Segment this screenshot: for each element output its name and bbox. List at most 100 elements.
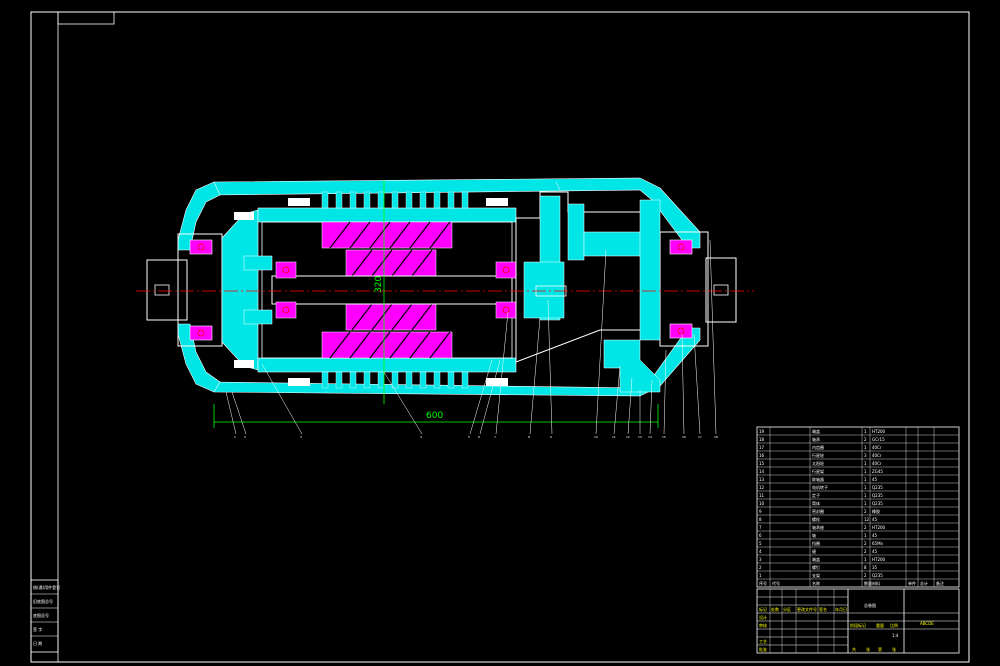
- parts-list: 19 端盖 1 HT20018 轴承 2 GCr1517 内齿圈 1 40Cr16 行星轮 3 40Cr…: [756, 426, 960, 588]
- parts-cell: 45: [872, 533, 878, 538]
- svg-text:17: 17: [698, 435, 702, 439]
- svg-text:张: 张: [892, 646, 896, 652]
- parts-cell: 太阳轮: [812, 460, 824, 466]
- parts-header-cell: 总计: [920, 580, 928, 586]
- parts-cell: 内齿圈: [812, 444, 824, 450]
- parts-cell: 螺钉: [812, 564, 820, 570]
- parts-cell: 端盖: [812, 428, 820, 434]
- parts-cell: HT200: [872, 525, 886, 530]
- motor-housing-top: [257, 207, 517, 223]
- parts-cell: 4: [759, 549, 762, 554]
- parts-cell: 3: [759, 557, 762, 562]
- svg-text:底图总号: 底图总号: [33, 612, 49, 618]
- parts-cell: 轴承座: [812, 524, 824, 530]
- parts-cell: 12: [864, 517, 870, 522]
- parts-cell: Q235: [872, 501, 883, 506]
- svg-text:张: 张: [866, 646, 870, 652]
- parts-cell: 45: [872, 549, 878, 554]
- tb-row-review: 审核: [759, 622, 767, 628]
- svg-text:分区: 分区: [783, 606, 791, 612]
- svg-text:5: 5: [468, 435, 470, 439]
- assembly-section: 320 600: [136, 177, 754, 435]
- motor-housing-bottom: [257, 357, 517, 373]
- parts-cell: 1: [864, 533, 867, 538]
- parts-cell: 电机转子: [812, 484, 828, 490]
- parts-cell: 行星架: [812, 468, 824, 474]
- svg-text:比例: 比例: [890, 622, 898, 628]
- parts-cell: 2: [864, 573, 867, 578]
- parts-cell: 5: [759, 541, 762, 546]
- parts-cell: 键: [812, 548, 816, 554]
- parts-header-cell: 单件: [908, 580, 916, 586]
- parts-cell: 密封圈: [812, 508, 824, 514]
- ring-gear: [583, 231, 645, 257]
- parts-header-cell: 序号: [759, 580, 767, 586]
- parts-header-cell: 名称: [812, 580, 820, 586]
- outer-frame: [30, 11, 970, 663]
- parts-cell: 1: [864, 469, 867, 474]
- engineering-drawing: 320 600 1 2 3 4 5 6 7 8 9 10 11 12 13 14…: [30, 11, 970, 663]
- parts-cell: 11: [759, 493, 765, 498]
- parts-cell: 1: [864, 493, 867, 498]
- motor-shaft: [271, 275, 513, 305]
- svg-text:16: 16: [682, 435, 686, 439]
- parts-cell: 14: [759, 469, 765, 474]
- svg-text:共: 共: [852, 646, 856, 652]
- svg-text:日 期: 日 期: [33, 640, 42, 646]
- tb-row-process: 工艺: [759, 639, 767, 644]
- svg-text:7: 7: [494, 435, 496, 439]
- parts-cell: 15: [759, 461, 765, 466]
- side-block: 借(通)用件登记 旧底图总号 底图总号 签 字 日 期: [30, 579, 60, 653]
- parts-cell: 40Cr: [872, 453, 882, 458]
- callout-labels: 1 2 3 4 5 6 7 8 9 10 11 12 13 14 15 16 1…: [234, 435, 718, 439]
- parts-cell: 2: [864, 549, 867, 554]
- parts-cell: Q235: [872, 493, 883, 498]
- parts-cell: GCr15: [872, 437, 885, 442]
- parts-cell: HT200: [872, 429, 886, 434]
- svg-text:3: 3: [300, 435, 302, 439]
- parts-cell: 橡胶: [872, 508, 880, 514]
- parts-cell: 2: [864, 541, 867, 546]
- svg-text:12: 12: [626, 435, 630, 439]
- parts-cell: 1: [864, 445, 867, 450]
- drawing-number: ABCDE: [920, 621, 934, 626]
- parts-cell: 40Cr: [872, 445, 882, 450]
- parts-cell: 筒体: [812, 500, 820, 506]
- svg-text:年月日: 年月日: [835, 606, 847, 612]
- parts-cell: 10: [759, 501, 765, 506]
- parts-cell: 18: [759, 437, 765, 442]
- svg-text:8: 8: [528, 435, 530, 439]
- title-block: 设计 审核 工艺 批准 标记 处数 分区 更改文件号 签名 年月日 总装图 阶段…: [756, 588, 960, 654]
- parts-cell: 19: [759, 429, 765, 434]
- svg-text:9: 9: [550, 435, 552, 439]
- parts-cell: Q235: [872, 485, 883, 490]
- parts-cell: 16: [759, 453, 765, 458]
- length-dimension: 600: [426, 411, 443, 421]
- parts-cell: 螺栓: [812, 516, 820, 522]
- svg-text:重量: 重量: [876, 622, 884, 628]
- svg-text:旧底图总号: 旧底图总号: [33, 598, 53, 604]
- parts-cell: 35: [872, 565, 878, 570]
- parts-cell: 1: [864, 477, 867, 482]
- svg-text:10: 10: [594, 435, 598, 439]
- parts-header-cell: 数量: [864, 580, 872, 586]
- parts-cell: 联轴器: [812, 476, 824, 482]
- parts-cell: 7: [759, 525, 762, 530]
- parts-cell: 定子: [812, 492, 820, 498]
- parts-cell: 8: [759, 517, 762, 522]
- svg-text:阶段标记: 阶段标记: [850, 622, 866, 628]
- svg-text:第: 第: [878, 646, 882, 652]
- parts-cell: 13: [759, 477, 765, 482]
- parts-cell: 40Cr: [872, 461, 882, 466]
- parts-cell: 1: [864, 485, 867, 490]
- parts-cell: 行星轮: [812, 452, 824, 458]
- cooling-fins-top: [321, 191, 469, 209]
- parts-header-cell: 材料: [872, 580, 880, 586]
- parts-cell: 支架: [812, 572, 820, 578]
- svg-text:标记: 标记: [759, 606, 767, 612]
- parts-cell: 12: [759, 485, 765, 490]
- parts-cell: 6: [759, 533, 762, 538]
- parts-cell: 9: [759, 509, 762, 514]
- parts-cell: 1: [759, 573, 762, 578]
- svg-text:更改文件号: 更改文件号: [797, 606, 817, 612]
